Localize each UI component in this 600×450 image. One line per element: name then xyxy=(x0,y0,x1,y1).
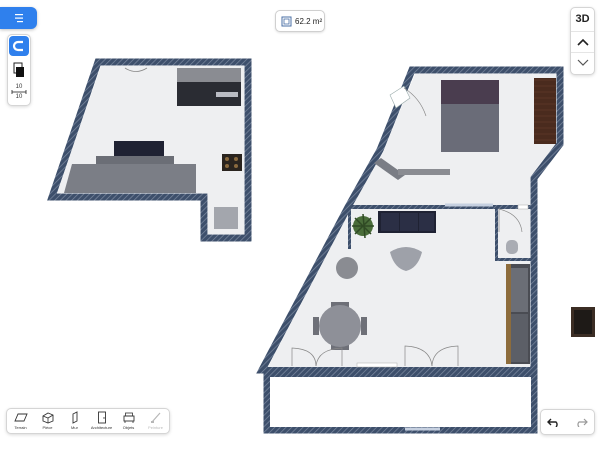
level-down-button[interactable] xyxy=(571,52,594,73)
undo-button[interactable] xyxy=(541,410,568,434)
chevron-up-icon xyxy=(576,38,589,46)
3d-view-button[interactable]: 3D xyxy=(571,9,594,29)
edit-toolbar: 10 10 xyxy=(7,34,31,106)
pouf[interactable] xyxy=(336,257,358,279)
architecture-tool-label: Architecture xyxy=(90,425,113,430)
door-icon xyxy=(97,411,106,424)
build-toolbar: Terrain Pièce Mur Architecture Objets Pe… xyxy=(6,408,170,434)
history-toolbar xyxy=(540,409,595,435)
redo-icon xyxy=(577,418,588,427)
paint-icon xyxy=(150,412,160,423)
room-icon xyxy=(42,412,53,424)
balcony[interactable] xyxy=(263,370,538,434)
redo-button[interactable] xyxy=(568,410,595,434)
paint-tool-label: Peinture xyxy=(148,425,163,430)
floor-plan-canvas[interactable] xyxy=(0,0,600,450)
terrain-icon xyxy=(13,413,28,422)
wall-tool[interactable]: Mur xyxy=(61,409,88,433)
side-cabinet[interactable] xyxy=(571,307,595,337)
menu-icon xyxy=(14,14,23,23)
kitchen-worktop[interactable] xyxy=(64,164,196,193)
apartment-room[interactable] xyxy=(256,66,564,374)
paint-tool[interactable]: Peinture xyxy=(142,409,169,433)
wall-icon xyxy=(72,411,77,424)
undo-icon xyxy=(547,418,558,427)
layers-icon xyxy=(13,62,24,77)
chevron-down-icon xyxy=(577,59,588,66)
kitchen-island[interactable] xyxy=(114,141,164,156)
terrain-tool-label: Terrain xyxy=(14,425,27,430)
terrain-tool[interactable]: Terrain xyxy=(7,409,34,433)
wall-tool-label: Mur xyxy=(71,425,78,430)
room-tool-label: Pièce xyxy=(42,425,53,430)
area-value: 62.2 m² xyxy=(295,16,323,26)
kitchen-room[interactable] xyxy=(47,58,252,242)
magnet-icon xyxy=(12,40,23,52)
magnet-button[interactable] xyxy=(9,36,29,56)
toilet[interactable] xyxy=(506,240,518,254)
dimension-bottom-value: 10 xyxy=(15,94,23,100)
dimensions-button[interactable]: 10 10 xyxy=(9,82,29,102)
sofa-icon xyxy=(123,412,134,423)
level-up-button[interactable] xyxy=(571,31,594,52)
fridge[interactable] xyxy=(214,207,238,229)
room-tool[interactable]: Pièce xyxy=(34,409,61,433)
area-icon xyxy=(281,16,292,26)
architecture-tool[interactable]: Architecture xyxy=(88,409,115,433)
wardrobe[interactable] xyxy=(534,78,556,144)
layers-button[interactable] xyxy=(9,60,29,80)
stove[interactable] xyxy=(222,154,242,171)
view-toolbar: 3D xyxy=(570,7,595,75)
objects-tool-label: Objets xyxy=(122,425,135,430)
objects-tool[interactable]: Objets xyxy=(115,409,142,433)
menu-button[interactable] xyxy=(0,7,37,29)
area-badge[interactable]: 62.2 m² xyxy=(275,10,325,32)
